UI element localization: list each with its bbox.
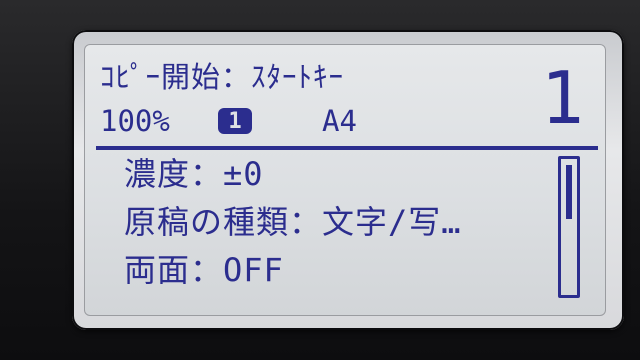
zoom-ratio: 100% (100, 104, 170, 138)
menu-item-density[interactable]: 濃度：±0 (124, 150, 564, 198)
menu-item-duplex[interactable]: 両面：OFF (124, 246, 564, 294)
paper-tray-icon: 1 (218, 108, 252, 134)
status-message: ｺﾋﾟｰ開始：ｽﾀｰﾄｷｰ (100, 60, 345, 94)
settings-menu: 濃度：±0 原稿の種類：文字/写… 両面：OFF (124, 150, 564, 294)
copy-settings-summary: 100% 1 A4 (100, 104, 430, 138)
lcd-screen: ｺﾋﾟｰ開始：ｽﾀｰﾄｷｰ 100% 1 A4 1 濃度：±0 原稿の種類：文字… (84, 44, 606, 316)
copy-count: 1 (540, 56, 584, 140)
scroll-thumb[interactable] (566, 165, 572, 219)
scrollbar[interactable] (558, 156, 580, 298)
menu-item-original-type[interactable]: 原稿の種類：文字/写… (124, 198, 564, 246)
paper-size: A4 (322, 104, 357, 138)
